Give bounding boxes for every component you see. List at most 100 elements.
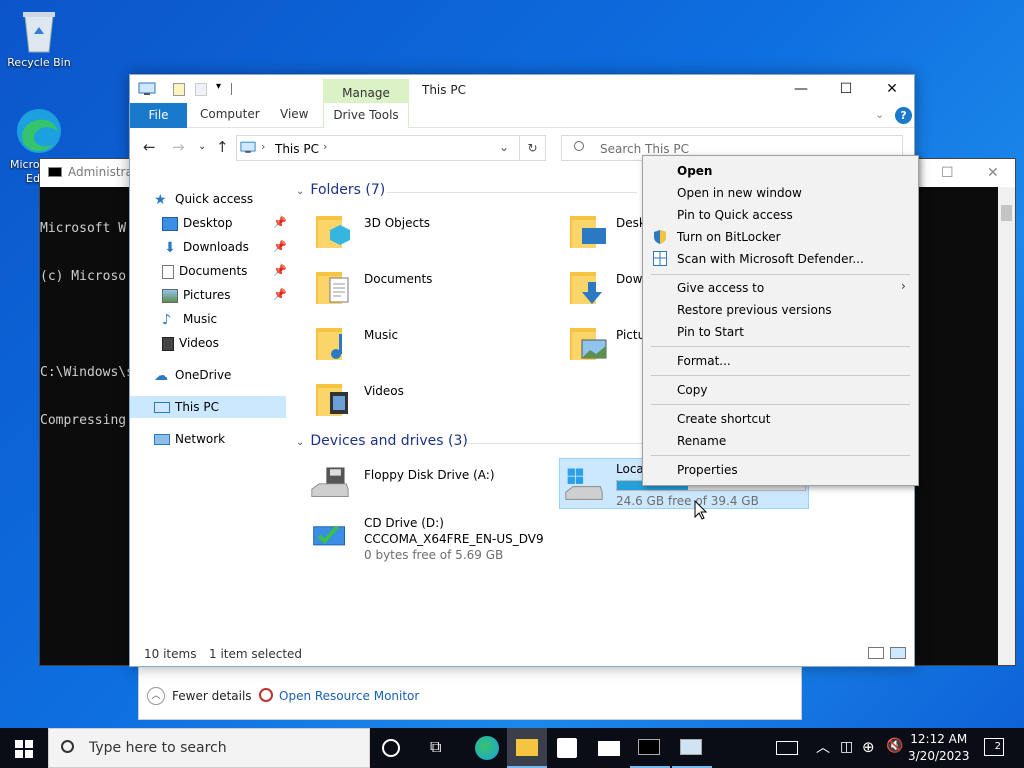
menu-item-copy[interactable]: Copy: [677, 380, 707, 400]
edge-taskbar-icon[interactable]: [475, 736, 499, 760]
minimize-button[interactable]: —: [778, 75, 824, 103]
fewer-details-button[interactable]: Fewer details: [172, 689, 252, 703]
tab-computer[interactable]: Computer: [200, 107, 260, 121]
nav-item-network[interactable]: Network: [154, 428, 225, 450]
qat-dropdown-icon[interactable]: ▾: [216, 81, 221, 92]
menu-item-rename[interactable]: Rename: [677, 431, 726, 451]
new-folder-qat-icon[interactable]: [195, 83, 207, 96]
group-header-devices[interactable]: ⌄ Devices and drives (3): [296, 433, 468, 449]
recent-locations-button[interactable]: ⌄: [198, 141, 206, 152]
nav-item-downloads[interactable]: ⬇ Downloads: [162, 236, 249, 258]
task-manager-taskbar-button[interactable]: [672, 728, 712, 768]
menu-item-restore-versions[interactable]: Restore previous versions: [677, 300, 832, 320]
menu-item-pin-quick-access[interactable]: Pin to Quick access: [677, 205, 793, 225]
back-button[interactable]: ←: [143, 138, 156, 156]
folder-downloads[interactable]: Down: [568, 266, 650, 312]
pictures-icon: [162, 288, 178, 303]
folder-pictures[interactable]: Pictu: [568, 322, 648, 368]
navigation-pane: ★ Quick access Desktop 📌 ⬇ Downloads 📌 Doc…: [130, 178, 290, 638]
nav-item-music[interactable]: ♪ Music: [162, 308, 217, 330]
menu-item-defender[interactable]: Scan with Microsoft Defender...: [677, 249, 864, 269]
address-dropdown-icon[interactable]: ⌄: [499, 140, 509, 154]
explorer-titlebar[interactable]: ▾ Manage This PC — ☐ ✕: [130, 75, 915, 106]
pin-icon[interactable]: 📌: [273, 240, 287, 253]
up-button[interactable]: ↑: [216, 138, 229, 156]
open-resource-monitor-link[interactable]: Open Resource Monitor: [279, 689, 419, 703]
file-explorer-taskbar-button[interactable]: [507, 728, 547, 768]
close-button[interactable]: ✕: [869, 75, 915, 103]
cmd-scroll-thumb[interactable]: [1001, 205, 1012, 221]
mail-icon[interactable]: [598, 741, 620, 756]
folder-desktop[interactable]: Deskt: [568, 210, 651, 256]
cmd-taskbar-button[interactable]: [630, 728, 670, 768]
clock-time: 12:12 AM: [910, 732, 968, 746]
cmd-scrollbar[interactable]: [998, 187, 1015, 665]
nav-item-documents[interactable]: Documents: [162, 260, 247, 282]
folder-3d-objects[interactable]: 3D Objects: [314, 210, 534, 256]
edge-shortcut[interactable]: Micro Ed: [4, 106, 74, 185]
menu-item-create-shortcut[interactable]: Create shortcut: [677, 409, 770, 429]
notification-icon[interactable]: 2: [984, 738, 1004, 756]
windows-start-icon[interactable]: [15, 740, 33, 758]
folder-music[interactable]: Music: [314, 322, 534, 368]
folder-videos[interactable]: Videos: [314, 378, 534, 424]
menu-item-bitlocker[interactable]: Turn on BitLocker: [677, 227, 781, 247]
pin-icon[interactable]: 📌: [273, 216, 287, 229]
maximize-button[interactable]: ☐: [823, 75, 869, 103]
group-header-folders[interactable]: ⌄ Folders (7): [296, 182, 385, 198]
menu-item-format[interactable]: Format...: [677, 351, 731, 371]
volume-muted-icon[interactable]: 🔇: [886, 738, 903, 754]
menu-item-open-new-window[interactable]: Open in new window: [677, 183, 802, 203]
folder-label: Documents: [364, 272, 433, 286]
pin-icon[interactable]: 📌: [273, 264, 287, 277]
language-globe-icon[interactable]: ⊕: [862, 738, 875, 756]
search-placeholder: Search This PC: [600, 142, 689, 156]
address-bar[interactable]: › This PC › ⌄: [236, 135, 546, 161]
task-view-icon[interactable]: ⧉: [430, 737, 454, 761]
large-icons-view-icon[interactable]: [890, 647, 906, 659]
chevron-up-icon[interactable]: ︿: [816, 737, 830, 757]
chevron-up-icon[interactable]: ︿: [147, 687, 165, 705]
meet-now-icon[interactable]: ◫: [840, 739, 853, 755]
help-icon[interactable]: ?: [895, 107, 912, 124]
chevron-down-icon[interactable]: ⌄: [296, 437, 304, 448]
properties-qat-icon[interactable]: [173, 83, 185, 96]
menu-item-properties[interactable]: Properties: [677, 460, 738, 480]
drive-floppy[interactable]: Floppy Disk Drive (A:): [310, 462, 550, 508]
forward-button[interactable]: →: [172, 138, 185, 156]
menu-item-open[interactable]: Open: [677, 161, 712, 181]
tab-file[interactable]: File: [130, 103, 187, 128]
taskbar-search-box[interactable]: Type here to search: [48, 728, 370, 768]
ribbon-expand-icon[interactable]: ⌄: [875, 108, 884, 121]
chevron-right-icon[interactable]: ›: [261, 140, 265, 153]
nav-item-onedrive[interactable]: ☁ OneDrive: [154, 364, 231, 386]
nav-item-pictures[interactable]: Pictures: [162, 284, 231, 306]
cmd-maximize-button[interactable]: ☐: [941, 165, 954, 181]
details-view-icon[interactable]: [868, 647, 884, 659]
nav-label: This PC: [175, 400, 219, 414]
system-clock[interactable]: 12:12 AM 3/20/2023: [908, 731, 970, 765]
refresh-button[interactable]: ↻: [519, 135, 546, 161]
chevron-right-icon[interactable]: ›: [323, 140, 327, 153]
nav-item-quick-access[interactable]: ★ Quick access: [154, 188, 253, 210]
window-title: This PC: [422, 83, 466, 97]
action-center-tray-icon[interactable]: [776, 741, 798, 755]
nav-item-desktop[interactable]: Desktop: [162, 212, 233, 234]
nav-item-this-pc[interactable]: This PC: [130, 396, 286, 418]
download-icon: ⬇: [164, 239, 176, 256]
menu-item-give-access[interactable]: Give access to: [677, 278, 764, 298]
task-manager-window[interactable]: ︿ Fewer details Open Resource Monitor: [138, 666, 802, 720]
store-icon[interactable]: [557, 738, 577, 758]
cortana-icon[interactable]: [382, 739, 400, 757]
pin-icon[interactable]: 📌: [273, 288, 287, 301]
tab-drive-tools[interactable]: Drive Tools: [323, 103, 409, 128]
folder-documents[interactable]: Documents: [314, 266, 534, 312]
tab-view[interactable]: View: [280, 107, 308, 121]
cmd-close-button[interactable]: ✕: [987, 165, 999, 181]
drive-cd[interactable]: CD Drive (D:) CCCOMA_X64FRE_EN-US_DV9 0 …: [310, 514, 590, 564]
nav-item-videos[interactable]: Videos: [162, 332, 219, 354]
recycle-bin-shortcut[interactable]: Recycle Bin: [4, 8, 74, 69]
manage-context-tab[interactable]: Manage: [323, 79, 409, 106]
menu-item-pin-start[interactable]: Pin to Start: [677, 322, 744, 342]
chevron-down-icon[interactable]: ⌄: [296, 186, 304, 197]
